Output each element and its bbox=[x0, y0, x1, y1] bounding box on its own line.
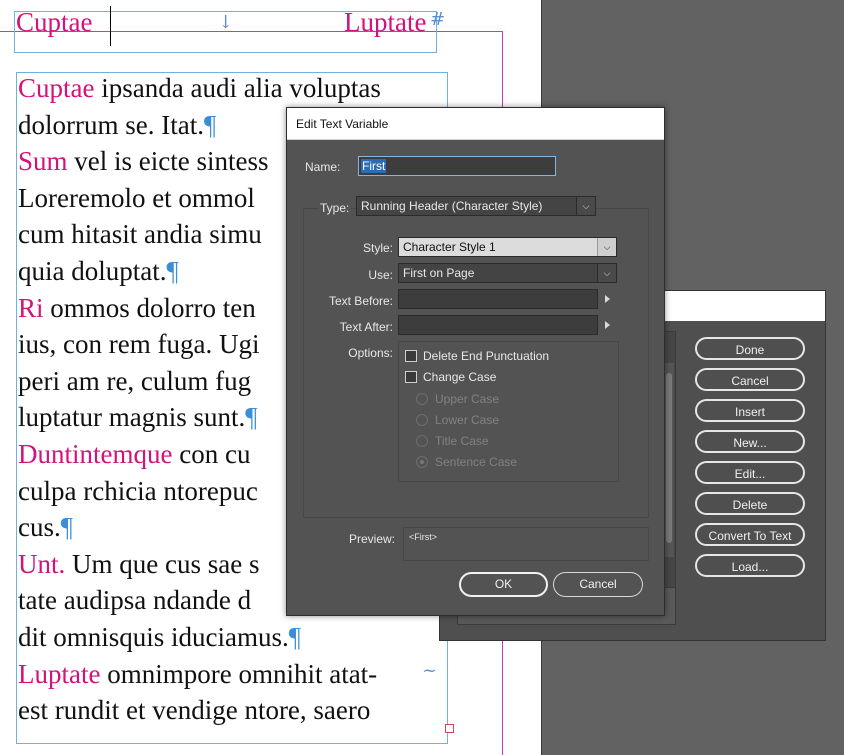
done-button[interactable]: Done bbox=[695, 337, 805, 360]
text-line: Luptate omnimpore omnihit atat- bbox=[18, 656, 381, 693]
type-dropdown[interactable]: Running Header (Character Style) ⌵ bbox=[356, 196, 596, 216]
running-head-word: Unt. bbox=[18, 548, 66, 579]
text-after-field[interactable] bbox=[398, 315, 598, 335]
edit-text-variable-dialog: Edit Text Variable Name: First Type: Run… bbox=[286, 107, 665, 616]
text-run: tate audipsa ndande d bbox=[18, 585, 252, 616]
pilcrow-mark: ¶ bbox=[203, 109, 217, 140]
use-label: Use: bbox=[368, 268, 393, 282]
text-run: cum hitasit andia simu bbox=[18, 219, 262, 250]
delete-end-punctuation-checkbox[interactable] bbox=[405, 350, 417, 362]
edit-dialog-titlebar[interactable]: Edit Text Variable bbox=[287, 108, 664, 140]
name-field[interactable]: First bbox=[358, 156, 556, 176]
running-head-word: Cuptae bbox=[18, 73, 95, 103]
variables-scroll-thumb[interactable] bbox=[666, 373, 672, 543]
chevron-down-icon: ⌵ bbox=[597, 264, 616, 282]
sentence-case-label: Sentence Case bbox=[435, 455, 518, 469]
pilcrow-mark: ¶ bbox=[60, 512, 73, 543]
lower-case-radio[interactable] bbox=[416, 414, 428, 426]
text-line: dit omnisquis iduciamus.¶ bbox=[18, 619, 381, 656]
title-case-label: Title Case bbox=[435, 434, 489, 448]
style-value: Character Style 1 bbox=[403, 240, 496, 254]
text-run: culpa rchicia ntorepuc bbox=[18, 475, 258, 506]
ok-button[interactable]: OK bbox=[459, 572, 548, 597]
header-right-variable: Luptate bbox=[344, 7, 427, 37]
upper-case-radio[interactable] bbox=[416, 393, 428, 405]
chevron-down-icon: ⌵ bbox=[576, 197, 595, 215]
edit-button[interactable]: Edit... bbox=[695, 461, 805, 484]
pilcrow-mark: ¶ bbox=[245, 402, 258, 433]
delete-end-punctuation-label: Delete End Punctuation bbox=[423, 349, 550, 363]
lower-case-label: Lower Case bbox=[435, 413, 500, 427]
name-value: First bbox=[361, 159, 387, 173]
preview-box: <First> bbox=[403, 527, 649, 561]
insert-button[interactable]: Insert bbox=[695, 399, 805, 422]
pilcrow-mark: ¶ bbox=[288, 621, 301, 652]
delete-button[interactable]: Delete bbox=[695, 492, 805, 515]
name-label: Name: bbox=[305, 160, 341, 174]
upper-case-label: Upper Case bbox=[435, 392, 500, 406]
text-run: ius, con rem fuga. Ugi bbox=[18, 329, 260, 360]
running-head-word: Duntintemque bbox=[18, 438, 173, 469]
cancel-button[interactable]: Cancel bbox=[553, 572, 643, 597]
text-run: ommos dolorro ten bbox=[43, 292, 256, 323]
end-of-story-icon: # bbox=[430, 9, 446, 30]
change-case-label: Change Case bbox=[423, 370, 497, 384]
text-run: cus. bbox=[18, 512, 61, 543]
overset-text-icon[interactable] bbox=[445, 724, 454, 733]
preview-label: Preview: bbox=[349, 532, 396, 546]
text-run: est rundit et vendige ntore, saero bbox=[18, 695, 371, 726]
dialog-title: Edit Text Variable bbox=[296, 117, 389, 131]
text-run: vel is eicte sintess bbox=[67, 146, 269, 177]
options-label: Options: bbox=[348, 346, 393, 360]
style-label: Style: bbox=[362, 241, 393, 255]
use-value: First on Page bbox=[403, 266, 475, 280]
line-end-icon: ~ bbox=[422, 660, 438, 681]
text-line: Cuptae ipsanda audi alia voluptas bbox=[18, 70, 381, 107]
change-case-checkbox[interactable] bbox=[405, 371, 417, 383]
text-cursor bbox=[110, 6, 111, 46]
chevron-down-icon: ⌵ bbox=[597, 238, 616, 256]
load-button[interactable]: Load... bbox=[695, 554, 805, 577]
text-after-label: Text After: bbox=[339, 320, 393, 334]
text-run: con cu bbox=[172, 438, 251, 469]
preview-value: <First> bbox=[409, 532, 438, 542]
convert-to-text-button[interactable]: Convert To Text bbox=[695, 523, 805, 546]
text-run: dit omnisquis iduciamus. bbox=[18, 621, 289, 652]
type-label: Type: bbox=[318, 201, 352, 215]
sentence-case-radio[interactable] bbox=[416, 456, 428, 468]
text-run: Loreremolo et ommol bbox=[18, 182, 255, 213]
header-left-variable: Cuptae bbox=[16, 7, 93, 37]
text-line: est rundit et vendige ntore, saero bbox=[18, 692, 381, 729]
center-tab-icon: ↓ bbox=[218, 12, 234, 33]
text-before-label: Text Before: bbox=[328, 294, 393, 308]
running-head-word: Ri bbox=[18, 292, 44, 323]
text-run: Um que cus sae s bbox=[65, 548, 260, 579]
type-value: Running Header (Character Style) bbox=[361, 199, 543, 213]
text-run: omnimpore omnihit atat- bbox=[100, 658, 378, 689]
insert-special-char-icon[interactable] bbox=[605, 295, 610, 303]
new-button[interactable]: New... bbox=[695, 430, 805, 453]
text-run: quia doluptat. bbox=[18, 255, 167, 286]
text-run: peri am re, culum fug bbox=[18, 365, 252, 396]
cancel-button-variables[interactable]: Cancel bbox=[695, 368, 805, 391]
running-head-word: Sum bbox=[18, 146, 68, 177]
title-case-radio[interactable] bbox=[416, 435, 428, 447]
text-run: luptatur magnis sunt. bbox=[18, 402, 246, 433]
insert-special-char-icon[interactable] bbox=[605, 321, 610, 329]
text-run: ipsanda audi alia voluptas bbox=[94, 73, 381, 103]
pilcrow-mark: ¶ bbox=[166, 255, 179, 286]
use-dropdown[interactable]: First on Page ⌵ bbox=[398, 263, 617, 283]
running-head-word: Luptate bbox=[18, 658, 101, 689]
style-dropdown[interactable]: Character Style 1 ⌵ bbox=[398, 237, 617, 257]
text-before-field[interactable] bbox=[398, 289, 598, 309]
text-run: dolorrum se. Itat. bbox=[18, 109, 204, 140]
